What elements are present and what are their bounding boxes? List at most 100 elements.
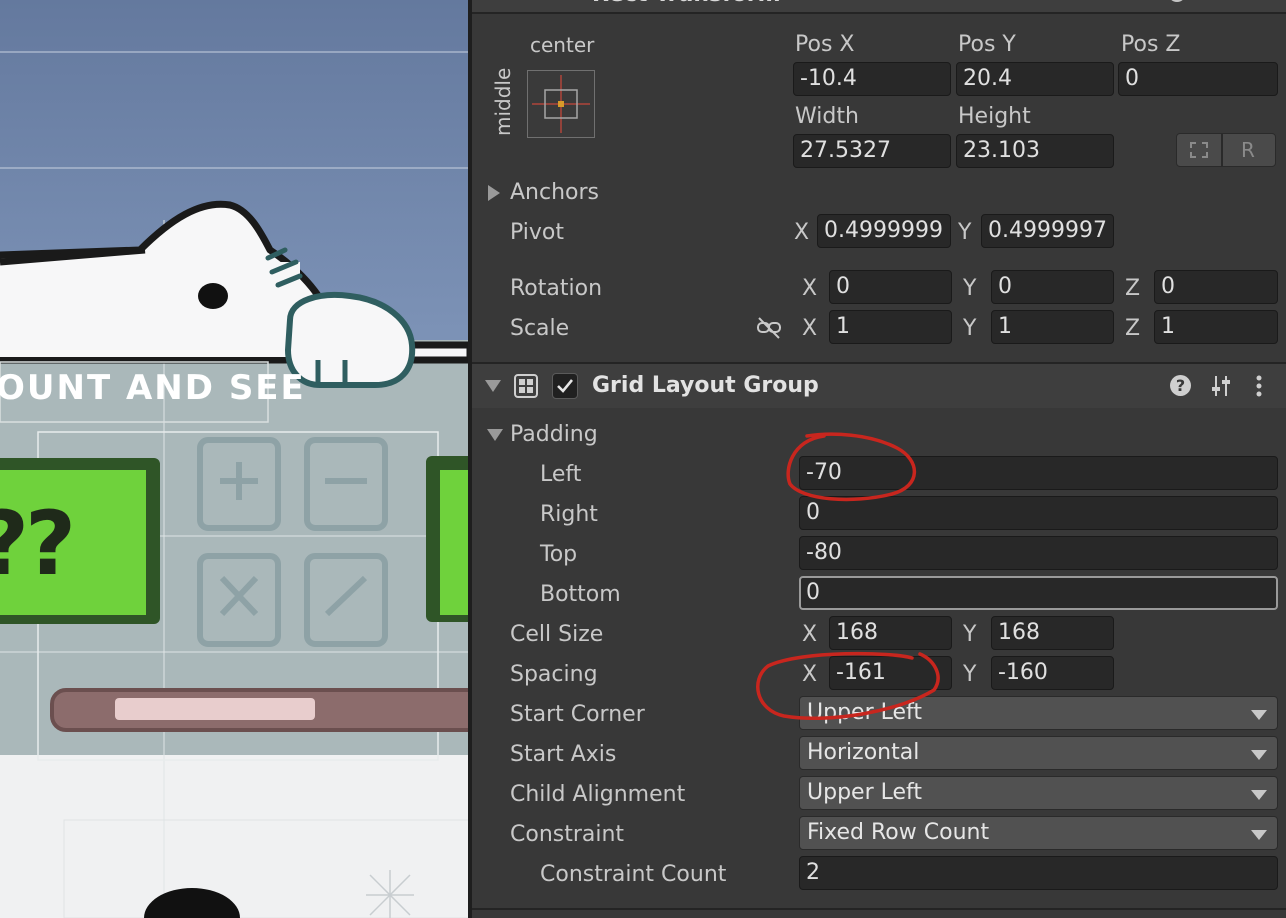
start-corner-value: Upper Left bbox=[807, 700, 922, 725]
rect-transform-header[interactable]: Rect Transform bbox=[472, 0, 1286, 12]
spacing-x-field[interactable]: -161 bbox=[829, 656, 952, 690]
help-icon[interactable] bbox=[1168, 0, 1186, 2]
rect-transform-title: Rect Transform bbox=[592, 0, 781, 8]
constraint-value: Fixed Row Count bbox=[807, 820, 990, 845]
start-axis-label: Start Axis bbox=[510, 742, 617, 767]
blueprint-icon bbox=[1190, 142, 1208, 158]
rotation-label: Rotation bbox=[510, 276, 603, 301]
rotation-z-field[interactable]: 0 bbox=[1154, 270, 1278, 304]
padding-right-label: Right bbox=[540, 502, 598, 527]
pos-x-field[interactable]: -10.4 bbox=[793, 62, 951, 96]
grid-layout-title: Grid Layout Group bbox=[592, 373, 819, 398]
scale-label: Scale bbox=[510, 316, 570, 341]
raw-edit-button[interactable]: R bbox=[1222, 133, 1276, 167]
blueprint-mode-button[interactable] bbox=[1176, 133, 1222, 167]
chevron-down-icon bbox=[1251, 790, 1267, 800]
anchors-foldout[interactable]: Anchors bbox=[486, 180, 786, 208]
child-alignment-label: Child Alignment bbox=[510, 782, 686, 807]
header-separator bbox=[472, 12, 1286, 14]
anchor-preset-button[interactable] bbox=[527, 70, 595, 138]
cell-size-x-field[interactable]: 168 bbox=[829, 616, 952, 650]
rotation-y-axis: Y bbox=[963, 276, 977, 301]
anchor-horizontal-label: center bbox=[530, 33, 595, 57]
raw-edit-label: R bbox=[1241, 138, 1255, 162]
scene-view[interactable]: OUNT AND SEE ?? bbox=[0, 0, 470, 918]
bottom-separator bbox=[472, 908, 1286, 910]
checkmark-icon bbox=[557, 379, 574, 393]
pos-y-field[interactable]: 20.4 bbox=[956, 62, 1114, 96]
start-axis-value: Horizontal bbox=[807, 740, 920, 765]
height-field[interactable]: 23.103 bbox=[956, 134, 1114, 168]
start-corner-dropdown[interactable]: Upper Left bbox=[799, 696, 1278, 730]
presets-icon[interactable] bbox=[1210, 374, 1232, 398]
child-alignment-dropdown[interactable]: Upper Left bbox=[799, 776, 1278, 810]
width-field[interactable]: 27.5327 bbox=[793, 134, 951, 168]
scale-x-axis: X bbox=[802, 316, 818, 341]
padding-foldout[interactable]: Padding bbox=[486, 422, 786, 450]
pivot-label: Pivot bbox=[510, 220, 565, 245]
height-label: Height bbox=[958, 104, 1031, 129]
foldout-collapsed-icon bbox=[488, 185, 500, 201]
padding-bottom-field[interactable]: 0 bbox=[799, 576, 1278, 610]
constraint-label: Constraint bbox=[510, 822, 625, 847]
grid-layout-group-header[interactable]: Grid Layout Group ? bbox=[472, 364, 1286, 408]
inspector-panel: Rect Transform center middle Pos X Pos Y… bbox=[472, 0, 1286, 918]
start-corner-label: Start Corner bbox=[510, 702, 645, 727]
anchor-preset-icon bbox=[532, 75, 590, 133]
pivot-y-axis: Y bbox=[958, 220, 972, 245]
component-foldout-icon[interactable] bbox=[485, 380, 501, 392]
constraint-dropdown[interactable]: Fixed Row Count bbox=[799, 816, 1278, 850]
padding-top-label: Top bbox=[540, 542, 578, 567]
unlink-scale-icon[interactable] bbox=[756, 316, 782, 340]
padding-right-field[interactable]: 0 bbox=[799, 496, 1278, 530]
cell-size-label: Cell Size bbox=[510, 622, 604, 647]
spacing-y-axis: Y bbox=[963, 662, 977, 687]
spacing-label: Spacing bbox=[510, 662, 598, 687]
cell-size-y-field[interactable]: 168 bbox=[991, 616, 1114, 650]
chevron-down-icon bbox=[1251, 750, 1267, 760]
chain-icon bbox=[757, 317, 781, 339]
pivot-x-axis: X bbox=[794, 220, 810, 245]
scene-banner-text: OUNT AND SEE bbox=[0, 368, 306, 408]
help-icon[interactable]: ? bbox=[1170, 375, 1191, 396]
pivot-x-field[interactable]: 0.4999999 bbox=[817, 214, 951, 248]
foldout-expanded-icon bbox=[487, 429, 503, 441]
rotation-z-axis: Z bbox=[1125, 276, 1141, 301]
child-alignment-value: Upper Left bbox=[807, 780, 922, 805]
grid-layout-icon bbox=[514, 374, 538, 398]
constraint-count-label: Constraint Count bbox=[540, 862, 727, 887]
spacing-x-axis: X bbox=[802, 662, 818, 687]
padding-label: Padding bbox=[510, 422, 598, 447]
pos-z-field[interactable]: 0 bbox=[1118, 62, 1278, 96]
cell-size-x-axis: X bbox=[802, 622, 818, 647]
anchors-label: Anchors bbox=[510, 180, 599, 205]
pivot-y-field[interactable]: 0.4999997 bbox=[981, 214, 1114, 248]
padding-top-field[interactable]: -80 bbox=[799, 536, 1278, 570]
pos-y-label: Pos Y bbox=[958, 32, 1016, 57]
constraint-count-field[interactable]: 2 bbox=[799, 856, 1278, 890]
rotation-x-axis: X bbox=[802, 276, 818, 301]
padding-bottom-label: Bottom bbox=[540, 582, 621, 607]
scale-z-field[interactable]: 1 bbox=[1154, 310, 1278, 344]
chevron-down-icon bbox=[1251, 710, 1267, 720]
scale-y-field[interactable]: 1 bbox=[991, 310, 1114, 344]
scale-x-field[interactable]: 1 bbox=[829, 310, 952, 344]
anchor-vertical-label: middle bbox=[491, 67, 515, 136]
rotation-x-field[interactable]: 0 bbox=[829, 270, 952, 304]
more-icon[interactable] bbox=[1256, 375, 1262, 399]
scene-question-marks: ?? bbox=[0, 492, 76, 595]
rotation-y-field[interactable]: 0 bbox=[991, 270, 1114, 304]
scale-y-axis: Y bbox=[963, 316, 977, 341]
width-label: Width bbox=[795, 104, 859, 129]
pos-x-label: Pos X bbox=[795, 32, 855, 57]
padding-left-field[interactable]: -70 bbox=[799, 456, 1278, 490]
scene-canvas bbox=[0, 0, 470, 918]
start-axis-dropdown[interactable]: Horizontal bbox=[799, 736, 1278, 770]
chevron-down-icon bbox=[1251, 830, 1267, 840]
pos-z-label: Pos Z bbox=[1121, 32, 1181, 57]
component-enabled-checkbox[interactable] bbox=[552, 373, 578, 399]
padding-left-label: Left bbox=[540, 462, 582, 487]
cell-size-y-axis: Y bbox=[963, 622, 977, 647]
scale-z-axis: Z bbox=[1125, 316, 1141, 341]
spacing-y-field[interactable]: -160 bbox=[991, 656, 1114, 690]
